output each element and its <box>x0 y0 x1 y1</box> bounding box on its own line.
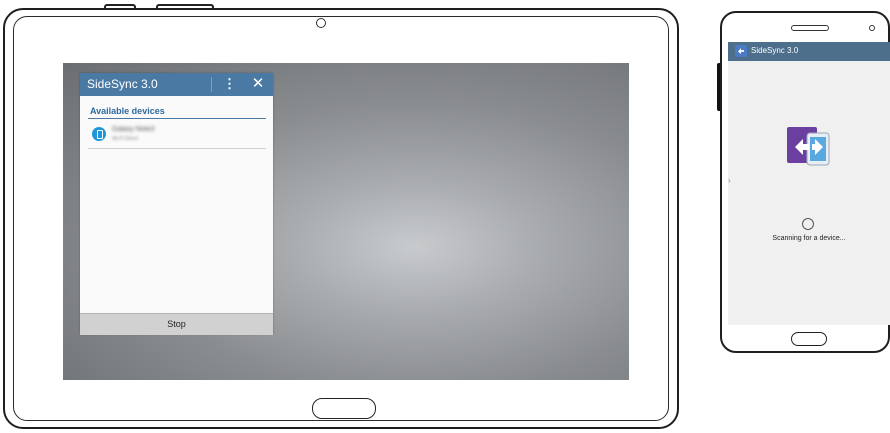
phone-screen: SideSync 3.0 › Scanning for a device... <box>728 42 890 325</box>
loading-spinner-icon <box>802 218 814 230</box>
available-devices-label: Available devices <box>90 106 165 116</box>
phone-device-icon <box>92 127 106 141</box>
phone-app-header: SideSync 3.0 <box>728 42 890 61</box>
sidesync-logo-icon <box>787 127 830 166</box>
side-panel-handle-icon[interactable]: › <box>728 172 734 190</box>
popup-title: SideSync 3.0 <box>87 77 158 91</box>
overflow-menu-icon[interactable]: ⋮ <box>223 76 236 92</box>
tablet-camera <box>316 18 326 28</box>
section-divider <box>88 118 266 119</box>
device-name: Galaxy Note3 <box>112 126 155 133</box>
sidesync-app-icon <box>735 45 747 57</box>
scanning-status-text: Scanning for a device... <box>772 235 846 242</box>
phone-camera <box>869 25 875 31</box>
sidesync-popup-window: SideSync 3.0 ⋮ ✕ Available devices Galax… <box>80 73 273 335</box>
phone-speaker <box>791 25 829 31</box>
header-divider <box>211 77 212 92</box>
phone-app-title: SideSync 3.0 <box>751 46 799 55</box>
popup-header: SideSync 3.0 ⋮ ✕ <box>80 73 273 96</box>
tablet-home-button[interactable] <box>312 398 376 419</box>
device-list-item[interactable]: Galaxy Note3 Wi-Fi Direct <box>88 120 266 148</box>
device-subtitle: Wi-Fi Direct <box>112 136 139 142</box>
stop-button[interactable]: Stop <box>80 313 273 335</box>
close-icon[interactable]: ✕ <box>251 74 265 92</box>
phone-home-button[interactable] <box>791 332 827 346</box>
list-divider <box>88 148 266 149</box>
